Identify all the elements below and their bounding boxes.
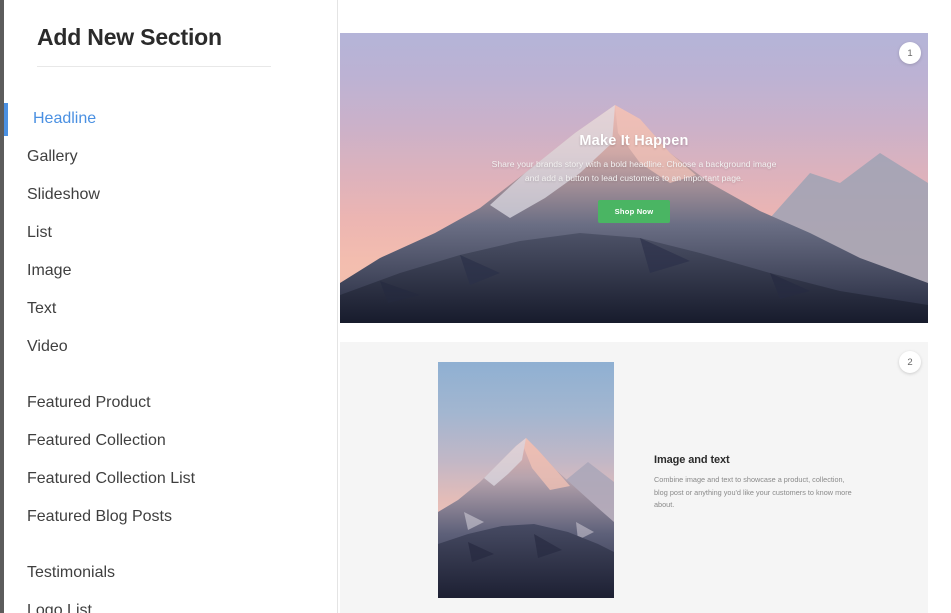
section-item-video[interactable]: Video [4,328,337,366]
page-title: Add New Section [37,24,222,50]
section-item-label: Featured Collection [27,432,166,449]
section-item-label: List [27,224,52,241]
section-number-badge-2[interactable]: 2 [899,351,921,373]
section-item-featured-collection-list[interactable]: Featured Collection List [4,460,337,498]
section-item-image[interactable]: Image [4,252,337,290]
preview-section-image-and-text[interactable]: Image and text Combine image and text to… [340,342,928,613]
section-item-label: Headline [33,110,97,127]
photo-mountain-illustration [438,438,614,598]
image-and-text-photo [438,362,614,598]
section-item-label: Gallery [27,148,78,165]
image-and-text-title: Image and text [654,454,730,466]
section-group-separator [4,366,337,384]
title-divider [37,66,271,67]
section-item-featured-product[interactable]: Featured Product [4,384,337,422]
section-picker-screen: Add New Section Headline Gallery Slideshow… [0,0,951,613]
image-and-text-body: Combine image and text to showcase a pro… [654,475,852,510]
shop-now-button[interactable]: Shop Now [597,199,671,223]
preview-section-headline[interactable]: Make It Happen Share your brands story w… [340,33,928,323]
selection-indicator [4,103,8,136]
section-item-text[interactable]: Text [4,290,337,328]
hero-subtitle: Share your brands story with a bold head… [491,159,777,183]
theme-preview-canvas: Make It Happen Share your brands story w… [339,0,951,613]
section-item-testimonials[interactable]: Testimonials [4,554,337,592]
section-type-list: Headline Gallery Slideshow List Image Text Vid… [4,100,337,613]
section-item-label: Testimonials [27,564,116,581]
section-item-label: Featured Product [27,394,151,411]
hero-title: Make It Happen [579,133,689,150]
section-item-logo-list[interactable]: Logo List [4,592,337,613]
section-item-label: Featured Blog Posts [27,508,172,525]
section-item-label: Logo List [27,602,92,613]
section-item-label: Slideshow [27,186,100,203]
add-section-sidebar: Add New Section Headline Gallery Slideshow… [4,0,338,613]
section-item-list[interactable]: List [4,214,337,252]
section-item-featured-collection[interactable]: Featured Collection [4,422,337,460]
section-group-separator [4,536,337,554]
image-and-text-copy: Image and text Combine image and text to… [654,454,854,512]
section-item-slideshow[interactable]: Slideshow [4,176,337,214]
hero-text-overlay: Make It Happen Share your brands story w… [340,33,928,323]
section-item-label: Image [27,262,72,279]
section-item-gallery[interactable]: Gallery [4,138,337,176]
section-item-label: Video [27,338,68,355]
section-item-label: Featured Collection List [27,470,196,487]
section-item-label: Text [27,300,57,317]
section-item-featured-blog-posts[interactable]: Featured Blog Posts [4,498,337,536]
section-item-headline[interactable]: Headline [4,100,337,138]
section-number-badge-1[interactable]: 1 [899,42,921,64]
